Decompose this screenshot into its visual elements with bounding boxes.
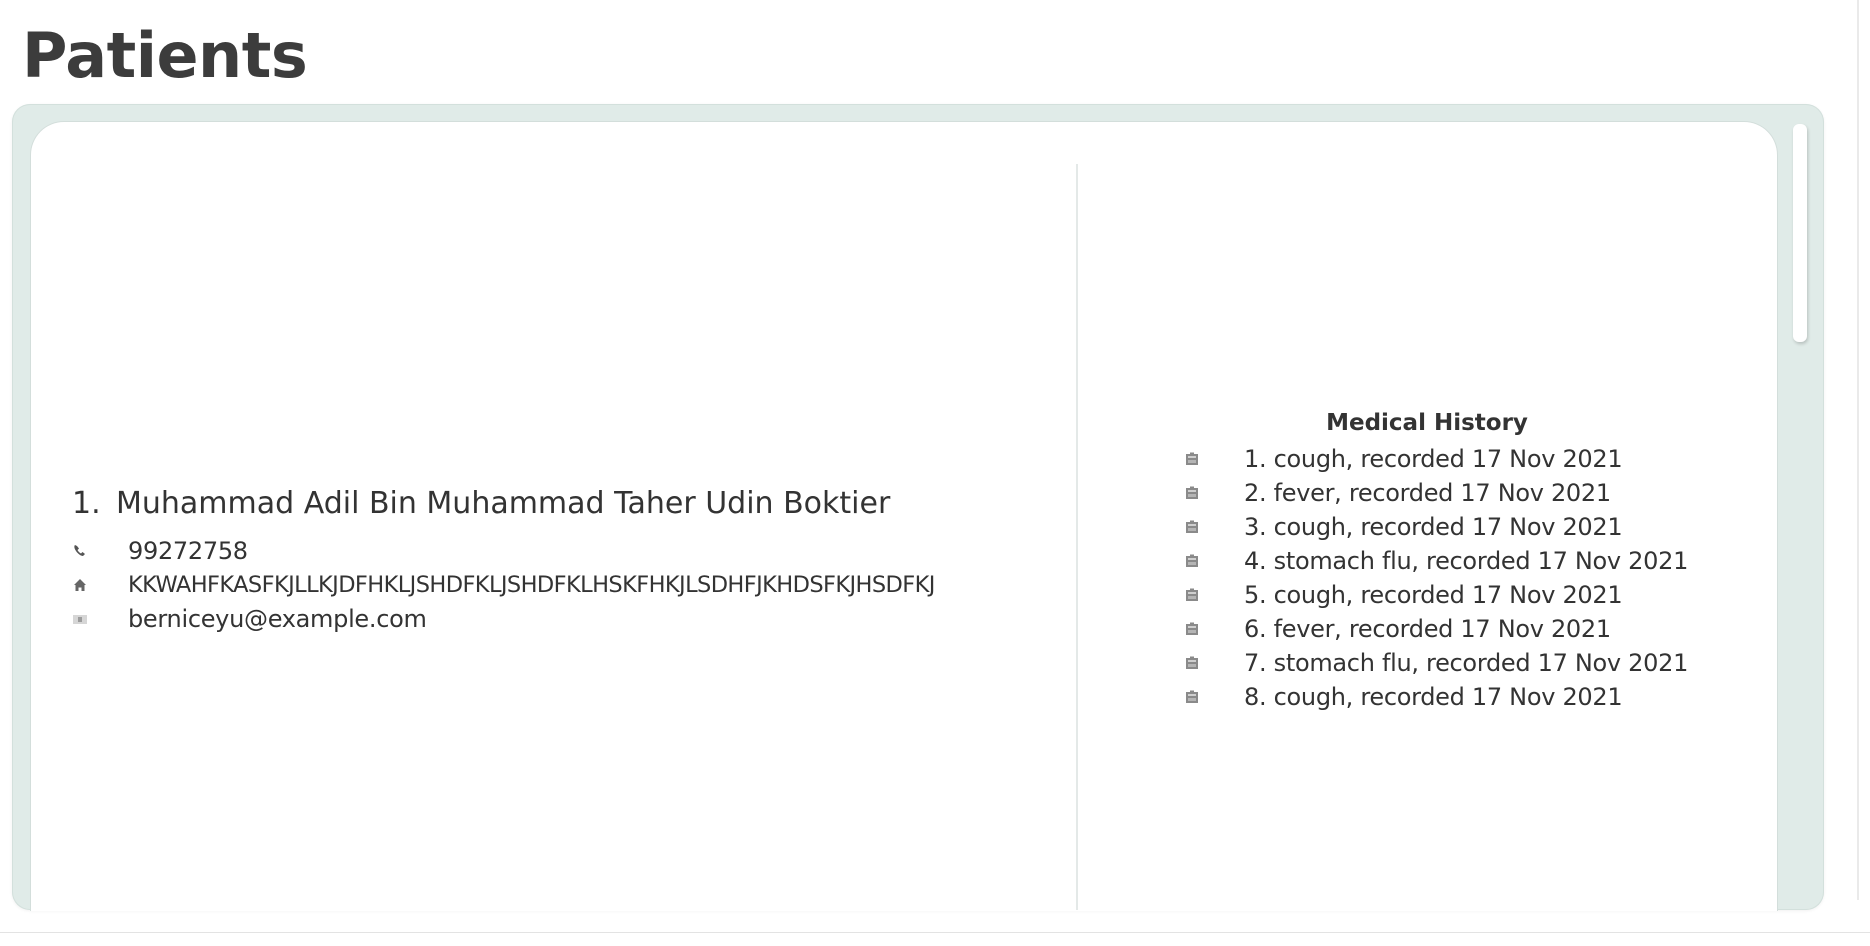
home-icon — [72, 568, 128, 602]
patient-info: 1. Muhammad Adil Bin Muhammad Taher Udin … — [72, 478, 1032, 636]
medical-history-text: 7. stomach flu, recorded 17 Nov 2021 — [1244, 649, 1689, 677]
medical-history-item: 2. fever, recorded 17 Nov 2021 — [1180, 476, 1700, 510]
medical-history-title: Medical History — [1326, 410, 1528, 436]
page-bottom-divider — [0, 932, 1870, 933]
medical-history-item: 4. stomach flu, recorded 17 Nov 2021 — [1180, 544, 1700, 578]
card-column-divider — [1076, 164, 1078, 910]
medical-record-icon — [1180, 655, 1244, 671]
medical-record-icon — [1180, 553, 1244, 569]
medical-history-item: 6. fever, recorded 17 Nov 2021 — [1180, 612, 1700, 646]
medical-history-item: 7. stomach flu, recorded 17 Nov 2021 — [1180, 646, 1700, 680]
medical-record-icon — [1180, 519, 1244, 535]
patient-phone-row: 99272758 — [72, 534, 1032, 568]
medical-history-text: 2. fever, recorded 17 Nov 2021 — [1244, 479, 1611, 507]
page-title: Patients — [22, 19, 308, 92]
patients-page: Patients 1. Muhammad Adil Bin Muhammad Ta… — [0, 0, 1870, 946]
medical-history-text: 4. stomach flu, recorded 17 Nov 2021 — [1244, 547, 1689, 575]
medical-record-icon — [1180, 689, 1244, 705]
medical-history-text: 5. cough, recorded 17 Nov 2021 — [1244, 581, 1623, 609]
medical-record-icon — [1180, 451, 1244, 467]
medical-record-icon — [1180, 621, 1244, 637]
medical-history-list: 1. cough, recorded 17 Nov 2021 2. fever,… — [1180, 442, 1700, 714]
patient-address: KKWAHFKASFKJLLKJDFHKLJSHDFKLJSHDFKLHSKFH… — [128, 572, 935, 598]
page-scrollbar[interactable] — [1857, 0, 1859, 900]
patient-phone: 99272758 — [128, 537, 248, 565]
medical-history-item: 1. cough, recorded 17 Nov 2021 — [1180, 442, 1700, 476]
patient-contact-details: 99272758 KKWAHFKASFKJLLKJDFHKLJSHDFKLJSH… — [72, 534, 1032, 636]
medical-record-icon — [1180, 587, 1244, 603]
phone-icon — [72, 534, 128, 568]
patient-name: Muhammad Adil Bin Muhammad Taher Udin Bo… — [116, 486, 891, 521]
patient-name-row: 1. Muhammad Adil Bin Muhammad Taher Udin … — [72, 478, 1032, 530]
medical-history-item: 8. cough, recorded 17 Nov 2021 — [1180, 680, 1700, 714]
medical-history-item: 5. cough, recorded 17 Nov 2021 — [1180, 578, 1700, 612]
patient-address-row: KKWAHFKASFKJLLKJDFHKLJSHDFKLJSHDFKLHSKFH… — [72, 568, 1032, 602]
medical-record-icon — [1180, 485, 1244, 501]
patient-email-row: berniceyu@example.com — [72, 602, 1032, 636]
medical-history-item: 3. cough, recorded 17 Nov 2021 — [1180, 510, 1700, 544]
medical-history-section: Medical History 1. cough, recorded 17 No… — [1180, 404, 1700, 714]
medical-history-text: 8. cough, recorded 17 Nov 2021 — [1244, 683, 1623, 711]
email-icon — [72, 602, 128, 636]
patient-index: 1. — [72, 486, 101, 521]
medical-history-text: 3. cough, recorded 17 Nov 2021 — [1244, 513, 1623, 541]
list-scrollbar-thumb[interactable] — [1793, 124, 1807, 342]
medical-history-text: 6. fever, recorded 17 Nov 2021 — [1244, 615, 1611, 643]
patient-email: berniceyu@example.com — [128, 605, 427, 633]
medical-history-text: 1. cough, recorded 17 Nov 2021 — [1244, 445, 1623, 473]
